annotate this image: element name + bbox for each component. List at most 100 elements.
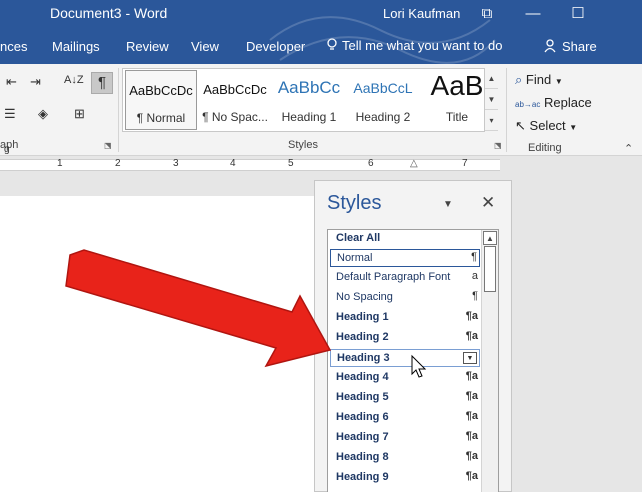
style-item-no-spacing[interactable]: No Spacing ¶ [330, 289, 480, 307]
gallery-more-icon[interactable]: ▾ [485, 110, 498, 131]
select-dropdown-icon: ▼ [569, 123, 578, 132]
right-indent-marker[interactable]: △ [410, 158, 418, 169]
title-decoration [269, 16, 496, 64]
style-item-heading-6[interactable]: Heading 6 ¶a [330, 409, 480, 427]
increase-indent-icon[interactable]: ⇥ [30, 74, 41, 90]
paragraph-style-icon: ¶ [471, 251, 477, 263]
sort-icon[interactable]: A↓Z [64, 74, 84, 86]
scroll-thumb[interactable] [484, 246, 496, 292]
linked-style-icon: ¶a [465, 410, 478, 422]
tab-review[interactable]: Review [126, 39, 169, 54]
tab-references[interactable]: nces [0, 39, 27, 54]
style-item-label: Heading 1 [336, 311, 389, 323]
linked-style-icon: ¶a [465, 450, 478, 462]
style-item-label: Heading 7 [336, 431, 389, 443]
style-item-label: Heading 9 [336, 471, 389, 483]
borders-icon[interactable]: ⊞ [74, 106, 85, 122]
gallery-style-heading-2[interactable]: AaBbCcL Heading 2 [347, 70, 419, 130]
replace-label: Replace [543, 95, 592, 110]
style-item-label: Heading 3 [337, 352, 390, 364]
ruler-number: 1 [57, 158, 63, 169]
document-title: Document3 - Word [50, 5, 168, 21]
style-item-heading-5[interactable]: Heading 5 ¶a [330, 389, 480, 407]
style-item-clear-all[interactable]: Clear All [330, 230, 480, 248]
style-item-label: Heading 2 [336, 331, 389, 343]
styles-list-scrollbar[interactable]: ▲ [481, 230, 498, 492]
styles-pane-title: Styles [327, 192, 382, 214]
show-formatting-button[interactable]: ¶ [91, 72, 113, 94]
ruler-number: 3 [173, 158, 179, 169]
collapse-ribbon-icon[interactable]: ⌃ [624, 142, 633, 155]
linked-style-icon: ¶a [465, 430, 478, 442]
divider [506, 68, 507, 152]
styles-group-label: Styles [288, 139, 318, 151]
divider [118, 68, 119, 152]
paragraph-launcher-icon[interactable]: ⬔ [104, 141, 112, 150]
ruler-number: 5 [288, 158, 294, 169]
ruler-number: 6 [368, 158, 374, 169]
find-dropdown-icon: ▼ [554, 77, 563, 86]
style-item-heading-7[interactable]: Heading 7 ¶a [330, 429, 480, 447]
find-icon: ⌕ [515, 72, 523, 87]
style-item-normal[interactable]: Normal ¶ [330, 249, 480, 267]
select-label: Select [529, 118, 566, 133]
style-name: Heading 2 [355, 110, 411, 124]
style-name: ¶ No Spac... [202, 110, 268, 124]
gallery-style-title[interactable]: AaB Title [421, 70, 493, 130]
share-button[interactable]: Share [544, 39, 597, 54]
linked-style-icon: ¶a [465, 330, 478, 342]
ruler-label: g [4, 144, 10, 155]
document-page[interactable] [0, 196, 318, 492]
person-icon [544, 39, 556, 53]
replace-icon: ab→ac [515, 100, 541, 109]
ribbon: ⇤ ⇥ A↓Z ¶ ☰ ◈ ⊞ aph ⬔ AaBbCcDc ¶ Normal … [0, 64, 642, 156]
style-item-label: Normal [337, 252, 373, 264]
ruler-strip [0, 159, 500, 171]
gallery-up-icon[interactable]: ▲ [485, 68, 498, 89]
style-item-heading-8[interactable]: Heading 8 ¶a [330, 449, 480, 467]
style-item-label: Heading 4 [336, 371, 389, 383]
gallery-scrollbar[interactable]: ▲ ▼ ▾ [484, 68, 498, 132]
shading-icon[interactable]: ◈ [38, 106, 48, 122]
style-preview: AaBbCcDc [203, 82, 267, 97]
minimize-button[interactable]: — [522, 4, 544, 24]
styles-list: Clear All Normal ¶ Default Paragraph Font… [327, 229, 499, 492]
styles-launcher-icon[interactable]: ⬔ [494, 141, 502, 150]
style-item-heading-4[interactable]: Heading 4 ¶a [330, 369, 480, 387]
horizontal-ruler: g 1 2 3 4 5 6 7 △ [0, 144, 642, 174]
style-item-label: Heading 8 [336, 451, 389, 463]
decrease-indent-icon[interactable]: ⇤ [6, 74, 17, 90]
style-name: Title [445, 110, 469, 124]
scroll-up-icon[interactable]: ▲ [483, 231, 497, 245]
close-icon[interactable]: ✕ [481, 193, 495, 213]
style-item-default-paragraph-font[interactable]: Default Paragraph Font a [330, 269, 480, 287]
line-spacing-icon[interactable]: ☰ [4, 106, 16, 122]
linked-style-icon: ¶a [465, 390, 478, 402]
find-button[interactable]: ⌕ Find ▼ [515, 72, 563, 88]
replace-button[interactable]: ab→ac Replace [515, 95, 592, 110]
style-item-heading-1[interactable]: Heading 1 ¶a [330, 309, 480, 327]
style-item-label: Heading 6 [336, 411, 389, 423]
style-preview: AaB [430, 70, 484, 101]
gallery-down-icon[interactable]: ▼ [485, 89, 498, 110]
paragraph-style-icon: ¶ [472, 290, 478, 302]
maximize-button[interactable]: ☐ [567, 4, 589, 24]
character-style-icon: a [471, 270, 478, 282]
style-item-label: No Spacing [336, 291, 393, 303]
style-preview: AaBbCcL [353, 80, 413, 96]
pane-options-icon[interactable]: ▼ [443, 199, 453, 210]
style-dropdown-icon[interactable]: ▼ [463, 352, 477, 364]
gallery-style-no-spacing[interactable]: AaBbCcDc ¶ No Spac... [199, 70, 271, 130]
select-button[interactable]: ↖ Select ▼ [515, 118, 577, 134]
tab-mailings[interactable]: Mailings [52, 39, 100, 54]
style-item-heading-3[interactable]: Heading 3 ▼ [330, 349, 480, 367]
style-name: Heading 1 [281, 110, 337, 124]
ruler-number: 4 [230, 158, 236, 169]
style-item-heading-2[interactable]: Heading 2 ¶a [330, 329, 480, 347]
gallery-style-heading-1[interactable]: AaBbCc Heading 1 [273, 70, 345, 130]
tab-view[interactable]: View [191, 39, 219, 54]
ruler-number: 7 [462, 158, 468, 169]
style-item-label: Clear All [336, 232, 381, 244]
gallery-style-normal[interactable]: AaBbCcDc ¶ Normal [125, 70, 197, 130]
style-item-heading-9[interactable]: Heading 9 ¶a [330, 469, 480, 487]
